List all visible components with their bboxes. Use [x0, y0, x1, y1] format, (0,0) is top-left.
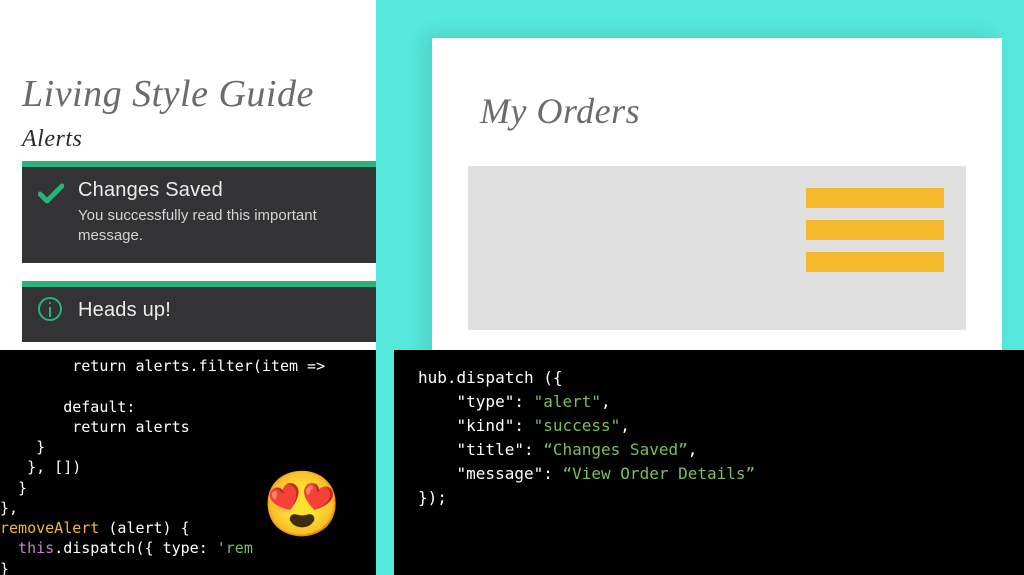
heart-eyes-emoji: 😍 [262, 472, 342, 536]
slide: Living Style Guide Alerts Changes Saved … [0, 0, 1024, 575]
style-guide-panel: Living Style Guide Alerts Changes Saved … [0, 0, 376, 350]
code-snippet-left: return alerts.filter(item => default: re… [0, 350, 376, 575]
info-icon [22, 287, 46, 316]
style-guide-title: Living Style Guide [22, 72, 376, 116]
placeholder-bars [806, 188, 944, 272]
style-guide-section-title: Alerts [22, 126, 376, 153]
orders-content-placeholder [468, 166, 966, 330]
orders-title: My Orders [480, 90, 1002, 132]
alert-message: You successfully read this important mes… [78, 206, 376, 247]
placeholder-bar [806, 188, 944, 208]
placeholder-bar [806, 220, 944, 240]
alert-title: Heads up! [78, 299, 376, 322]
alert-info[interactable]: Heads up! [22, 281, 376, 342]
code-snippet-right: hub.dispatch ({ "type": "alert", "kind":… [394, 350, 1024, 575]
alert-title: Changes Saved [78, 179, 376, 202]
check-icon [38, 183, 64, 205]
alert-success[interactable]: Changes Saved You successfully read this… [22, 161, 376, 263]
placeholder-bar [806, 252, 944, 272]
